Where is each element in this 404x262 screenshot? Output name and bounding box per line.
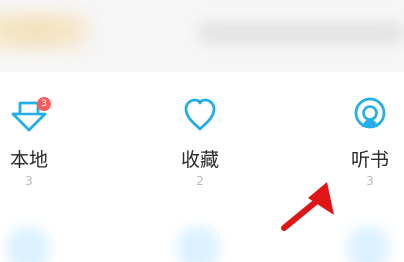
favorite-icon-wrap[interactable] (181, 96, 219, 134)
blurred-right-content (198, 21, 404, 45)
favorite-entry[interactable]: 收藏 2 (165, 96, 235, 188)
top-blurred-banner (0, 0, 404, 72)
favorite-count: 2 (196, 174, 204, 188)
headphones-icon (354, 97, 386, 129)
bottom-blurred-icon-3 (346, 226, 390, 262)
local-label: 本地 (9, 149, 48, 171)
bottom-blurred-icon-2 (176, 226, 220, 262)
local-count: 3 (25, 174, 33, 188)
blurred-left-content (0, 14, 90, 48)
heart-icon (184, 98, 216, 131)
bottom-blurred-icon-1 (6, 226, 50, 262)
red-pointer-arrow-icon (281, 182, 334, 231)
local-entry[interactable]: 3 本地 3 (0, 96, 64, 188)
unread-badge: 3 (37, 97, 51, 111)
audiobook-icon-wrap[interactable] (351, 96, 389, 134)
section-divider (0, 72, 404, 76)
favorite-label: 收藏 (180, 149, 219, 171)
local-icon-wrap[interactable]: 3 (10, 96, 51, 134)
audiobook-label: 听书 (350, 149, 389, 171)
